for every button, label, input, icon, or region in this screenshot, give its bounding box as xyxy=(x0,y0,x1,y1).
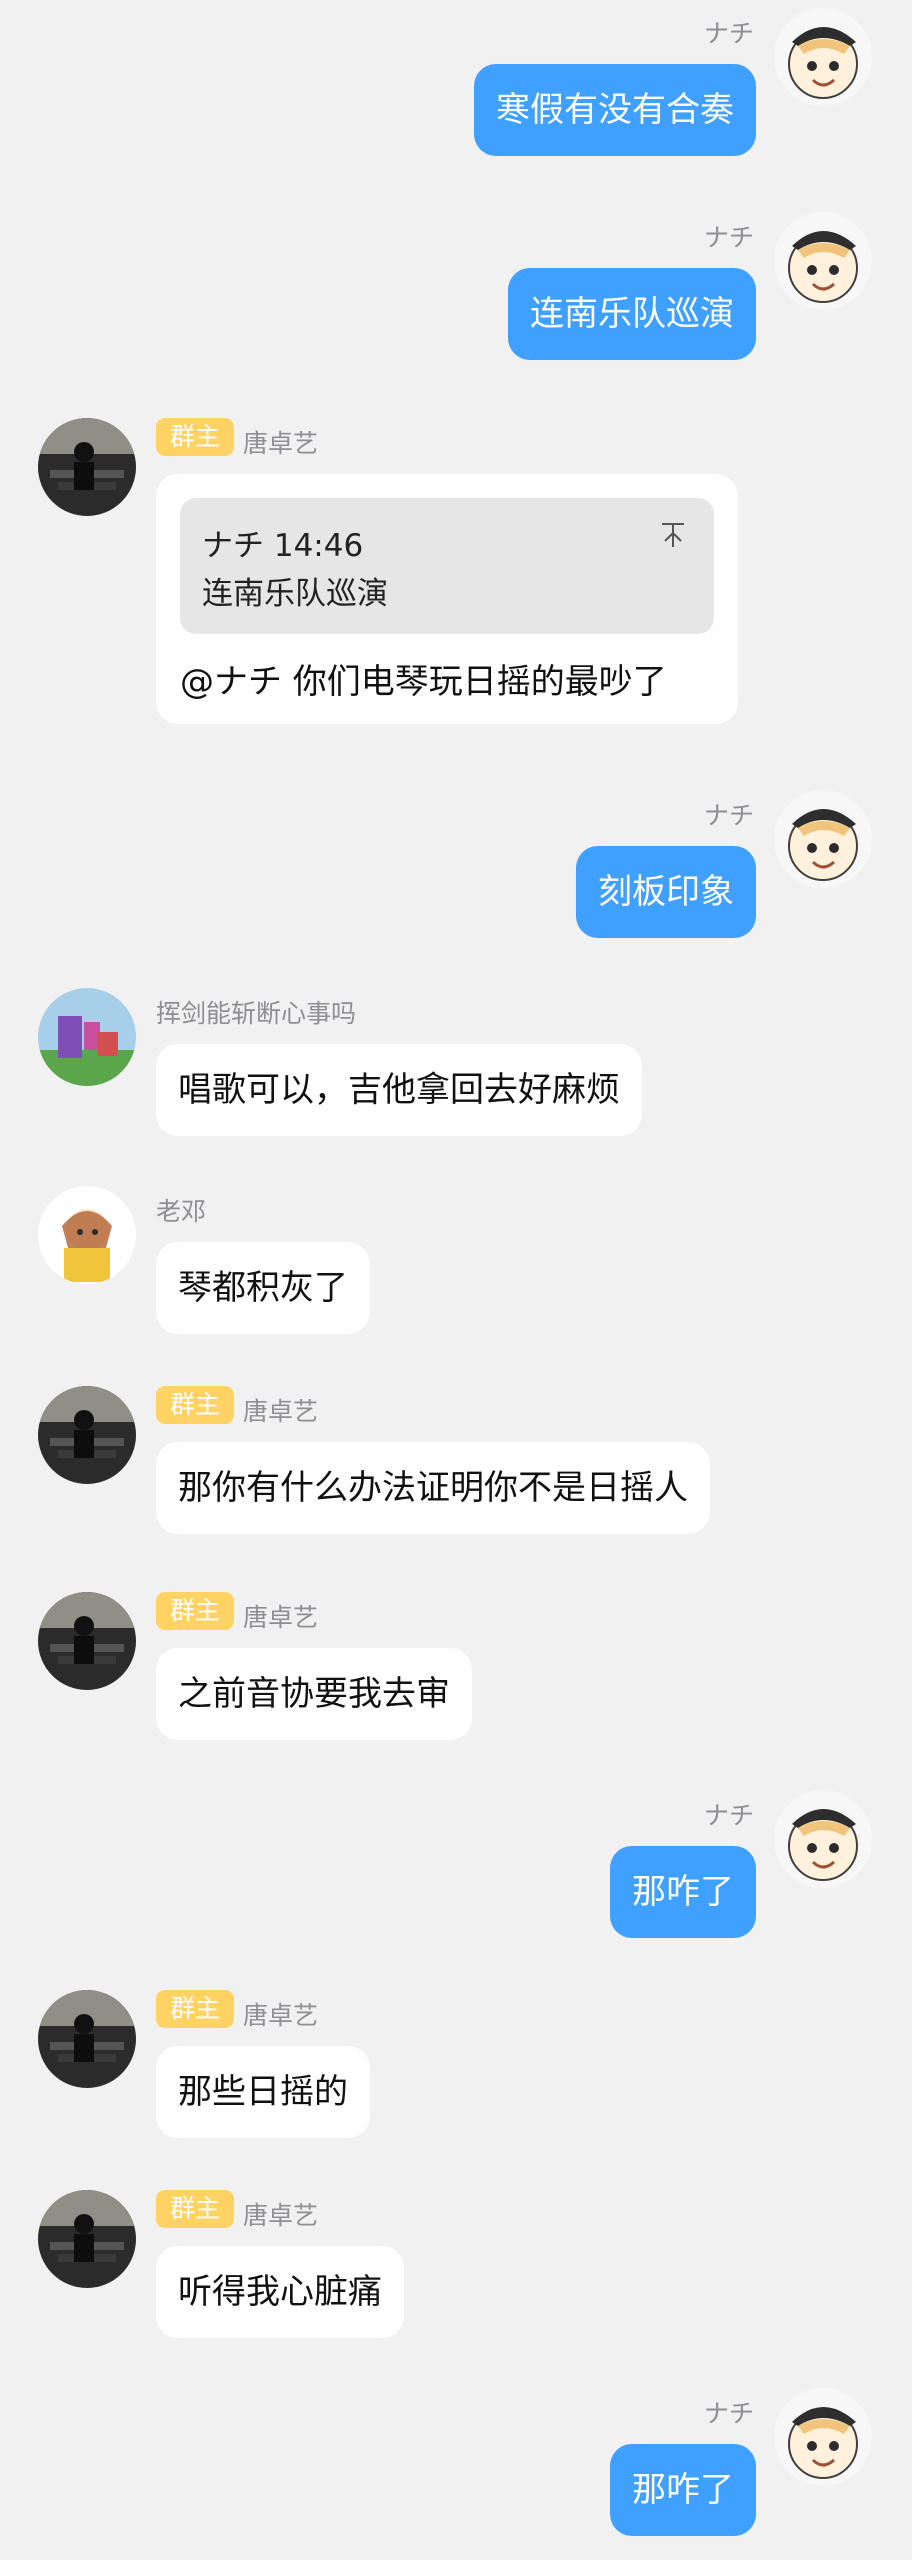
photo-avatar-icon[interactable] xyxy=(38,2190,136,2288)
owner-badge: 群主 xyxy=(156,1386,234,1424)
collapse-icon[interactable] xyxy=(658,520,688,550)
sender-name: ナチ xyxy=(703,801,754,830)
message-bubble[interactable]: 寒假有没有合奏 xyxy=(474,64,756,156)
quote-text: 连南乐队巡演 xyxy=(202,576,388,612)
message-bubble[interactable]: 刻板印象 xyxy=(576,846,756,938)
photo-avatar-icon[interactable] xyxy=(38,418,136,516)
message-bubble[interactable]: 唱歌可以，吉他拿回去好麻烦 xyxy=(156,1044,642,1136)
sender-name: 老邓 xyxy=(156,1197,207,1226)
message-bubble[interactable]: 琴都积灰了 xyxy=(156,1242,370,1334)
anime-avatar-icon[interactable] xyxy=(774,790,872,888)
photo-avatar-icon[interactable] xyxy=(38,988,136,1086)
sender-name: 唐卓艺 xyxy=(243,1397,319,1426)
message-bubble[interactable]: 连南乐队巡演 xyxy=(508,268,756,360)
anime-avatar-icon[interactable] xyxy=(774,2388,872,2486)
quote-header: ナチ 14:46 xyxy=(202,528,364,564)
anime-avatar-icon[interactable] xyxy=(774,212,872,310)
sender-name: ナチ xyxy=(703,1801,754,1830)
quote-box[interactable]: ナチ 14:46 连南乐队巡演 xyxy=(180,498,714,634)
message-bubble[interactable]: 那咋了 xyxy=(610,1846,756,1938)
anime-avatar-icon[interactable] xyxy=(774,8,872,106)
owner-badge: 群主 xyxy=(156,2190,234,2228)
sender-name: 唐卓艺 xyxy=(243,2201,319,2230)
owner-badge: 群主 xyxy=(156,1592,234,1630)
owner-badge: 群主 xyxy=(156,1990,234,2028)
sender-name: ナチ xyxy=(703,2399,754,2428)
message-bubble[interactable]: 之前音协要我去审 xyxy=(156,1648,472,1740)
message-bubble[interactable]: 那你有什么办法证明你不是日摇人 xyxy=(156,1442,710,1534)
message-bubble[interactable]: 那咋了 xyxy=(610,2444,756,2536)
sender-name: 唐卓艺 xyxy=(243,1603,319,1632)
message-bubble[interactable]: 听得我心脏痛 xyxy=(156,2246,404,2338)
owner-badge: 群主 xyxy=(156,418,234,456)
sender-name: 挥剑能斩断心事吗 xyxy=(156,999,357,1028)
message-bubble[interactable]: ナチ 14:46 连南乐队巡演 @ナチ 你们电琴玩日摇的最吵了 xyxy=(156,474,738,724)
message-text: @ナチ 你们电琴玩日摇的最吵了 xyxy=(180,662,667,702)
photo-avatar-icon[interactable] xyxy=(38,1990,136,2088)
photo-avatar-icon[interactable] xyxy=(38,1386,136,1484)
photo-avatar-icon[interactable] xyxy=(38,1592,136,1690)
sender-name: ナチ xyxy=(703,223,754,252)
anime-avatar-icon[interactable] xyxy=(38,1186,136,1284)
sender-name: ナチ xyxy=(703,19,754,48)
sender-name: 唐卓艺 xyxy=(243,2001,319,2030)
sender-name: 唐卓艺 xyxy=(243,429,319,458)
message-bubble[interactable]: 那些日摇的 xyxy=(156,2046,370,2138)
anime-avatar-icon[interactable] xyxy=(774,1790,872,1888)
